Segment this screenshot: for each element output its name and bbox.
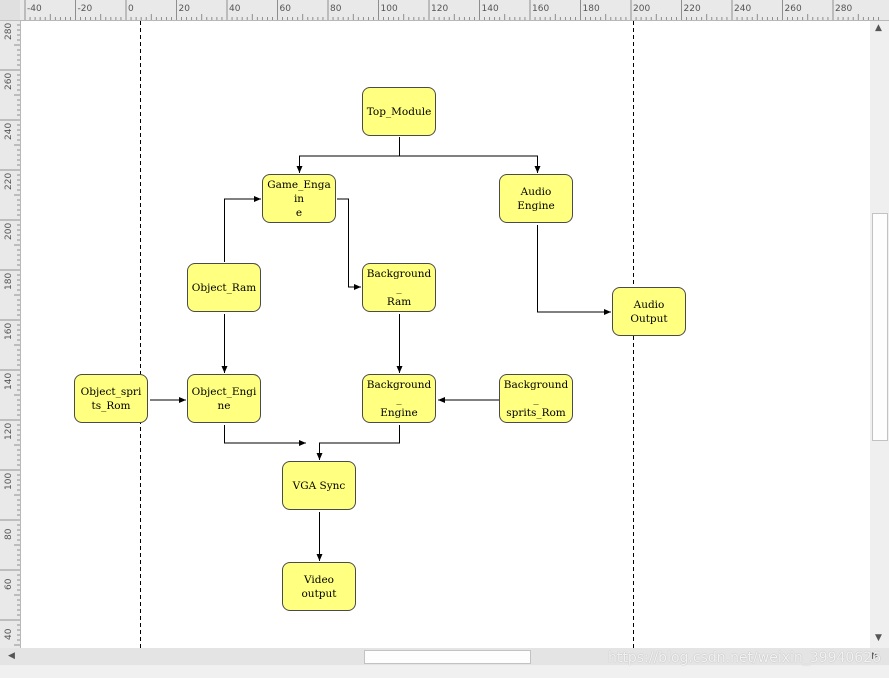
watermark-text: https://blog.csdn.net/weixin_39940626 bbox=[608, 650, 882, 666]
horizontal-scroll-thumb[interactable] bbox=[364, 650, 531, 664]
ruler-label: 280 bbox=[835, 4, 852, 14]
ruler-label: 260 bbox=[785, 4, 802, 14]
vertical-scrollbar[interactable]: ▲ ▼ bbox=[870, 21, 889, 648]
node-top-module[interactable]: Top_Module bbox=[362, 87, 436, 136]
connector-top-to-audio-engine bbox=[399, 155, 541, 173]
ruler-label: 160 bbox=[532, 4, 549, 14]
connector-layer bbox=[140, 21, 634, 648]
node-object-sprits-rom[interactable]: Object_spri ts_Rom bbox=[74, 374, 148, 423]
node-audio-output[interactable]: Audio Output bbox=[612, 287, 686, 336]
node-object-ram[interactable]: Object_Ram bbox=[187, 263, 261, 312]
node-game-engine[interactable]: Game_Engain e bbox=[262, 174, 336, 223]
ruler-label: 240 bbox=[734, 4, 751, 14]
node-video-output[interactable]: Video output bbox=[282, 562, 356, 611]
connector-object-ram-to-game-engine bbox=[224, 196, 261, 262]
horizontal-ruler: -40 -20 0 20 40 60 80 100 120 140 160 180 200 220 240 2… bbox=[20, 0, 889, 21]
connector-game-engine-to-background-ram bbox=[337, 198, 361, 290]
ruler-label: 200 bbox=[4, 223, 14, 240]
ruler-label: -40 bbox=[27, 4, 42, 14]
scroll-up-arrow-icon[interactable]: ▲ bbox=[875, 23, 882, 33]
ruler-label: 40 bbox=[229, 4, 241, 14]
connector-top-to-game-engine bbox=[296, 137, 400, 173]
ruler-label: 60 bbox=[4, 578, 14, 590]
vertical-ruler: 280 260 240 220 200 180 160 140 120 100 80 60 40 bbox=[0, 20, 21, 648]
node-background-engine[interactable]: Background_ Engine bbox=[362, 374, 436, 423]
ruler-label: 100 bbox=[4, 473, 14, 490]
ruler-label: 0 bbox=[128, 4, 134, 14]
ruler-label: 20 bbox=[179, 4, 191, 14]
connector-audio-engine-to-audio-output bbox=[537, 225, 611, 315]
ruler-corner bbox=[0, 0, 20, 20]
ruler-label: 200 bbox=[633, 4, 650, 14]
ruler-label: 160 bbox=[4, 323, 14, 340]
connector-object-engine-to-vga-sync bbox=[224, 425, 306, 446]
vertical-scroll-thumb[interactable] bbox=[872, 213, 888, 441]
ruler-label: 80 bbox=[330, 4, 342, 14]
ruler-label: 100 bbox=[381, 4, 398, 14]
diagram-canvas[interactable]: Top_Module Game_Engain e Audio Engine Ob… bbox=[21, 21, 870, 648]
node-background-sprits-rom[interactable]: Background_ sprits_Rom bbox=[499, 374, 573, 423]
scroll-down-arrow-icon[interactable]: ▼ bbox=[875, 633, 882, 643]
ruler-label: -20 bbox=[78, 4, 93, 14]
ruler-label: 80 bbox=[4, 528, 14, 540]
scroll-left-arrow-icon[interactable]: ◀ bbox=[8, 651, 15, 661]
node-vga-sync[interactable]: VGA Sync bbox=[282, 461, 356, 510]
ruler-label: 120 bbox=[431, 4, 448, 14]
ruler-label: 180 bbox=[4, 273, 14, 290]
horizontal-ruler-scale: -40 -20 0 20 40 60 80 100 120 140 160 180 200 220 240 2… bbox=[24, 0, 879, 20]
ruler-label: 280 bbox=[4, 23, 14, 40]
ruler-label: 140 bbox=[482, 4, 499, 14]
ruler-label: 240 bbox=[4, 123, 14, 140]
node-background-ram[interactable]: Background_ Ram bbox=[362, 263, 436, 312]
status-bar bbox=[0, 665, 889, 678]
vertical-ruler-scale: 280 260 240 220 200 180 160 140 120 100 80 60 40 bbox=[0, 20, 20, 646]
ruler-label: 120 bbox=[4, 423, 14, 440]
connector-background-engine-to-vga-sync bbox=[316, 425, 400, 460]
ruler-label: 260 bbox=[4, 73, 14, 90]
node-object-engine[interactable]: Object_Engi ne bbox=[187, 374, 261, 423]
ruler-label: 220 bbox=[684, 4, 701, 14]
ruler-label: 140 bbox=[4, 373, 14, 390]
ruler-label: 220 bbox=[4, 173, 14, 190]
ruler-label: 40 bbox=[4, 628, 14, 640]
ruler-label: 60 bbox=[280, 4, 292, 14]
ruler-label: 180 bbox=[583, 4, 600, 14]
node-audio-engine[interactable]: Audio Engine bbox=[499, 174, 573, 223]
